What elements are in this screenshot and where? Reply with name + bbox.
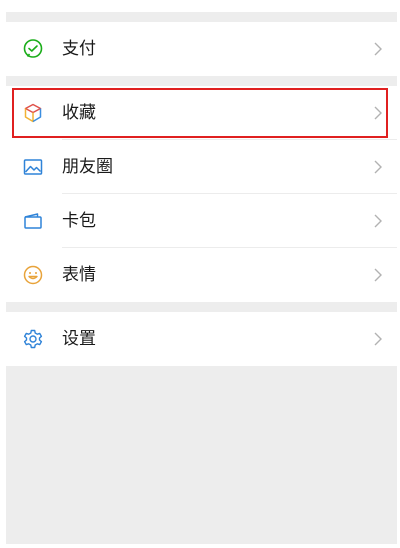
chevron-right-icon [373, 41, 383, 57]
menu-item-cards[interactable]: 卡包 [6, 194, 397, 248]
chevron-right-icon [373, 105, 383, 121]
chevron-right-icon [373, 331, 383, 347]
smiley-icon [22, 264, 44, 286]
menu-item-pay-label: 支付 [62, 39, 96, 59]
settings-group: 设置 [6, 312, 397, 366]
menu-item-settings[interactable]: 设置 [6, 312, 397, 366]
chevron-right-icon [373, 267, 383, 283]
menu-item-moments[interactable]: 朋友圈 [6, 140, 397, 194]
card-wallet-icon [22, 210, 44, 232]
features-group: 收藏 朋友圈 卡包 表情 [6, 86, 397, 302]
menu-item-moments-label: 朋友圈 [62, 157, 113, 177]
menu-item-favorites[interactable]: 收藏 [6, 86, 397, 140]
image-icon [22, 156, 44, 178]
menu-item-stickers[interactable]: 表情 [6, 248, 397, 302]
menu-item-cards-label: 卡包 [62, 211, 96, 231]
menu-item-favorites-label: 收藏 [62, 103, 96, 123]
menu-item-settings-label: 设置 [62, 329, 96, 349]
menu-item-stickers-label: 表情 [62, 265, 96, 285]
wechat-pay-icon [22, 38, 44, 60]
pay-group: 支付 [6, 22, 397, 76]
me-screen: 支付 收藏 朋友圈 卡包 表情 设置 [6, 12, 397, 544]
cube-icon [22, 102, 44, 124]
chevron-right-icon [373, 159, 383, 175]
gear-icon [22, 328, 44, 350]
menu-item-pay[interactable]: 支付 [6, 22, 397, 76]
chevron-right-icon [373, 213, 383, 229]
